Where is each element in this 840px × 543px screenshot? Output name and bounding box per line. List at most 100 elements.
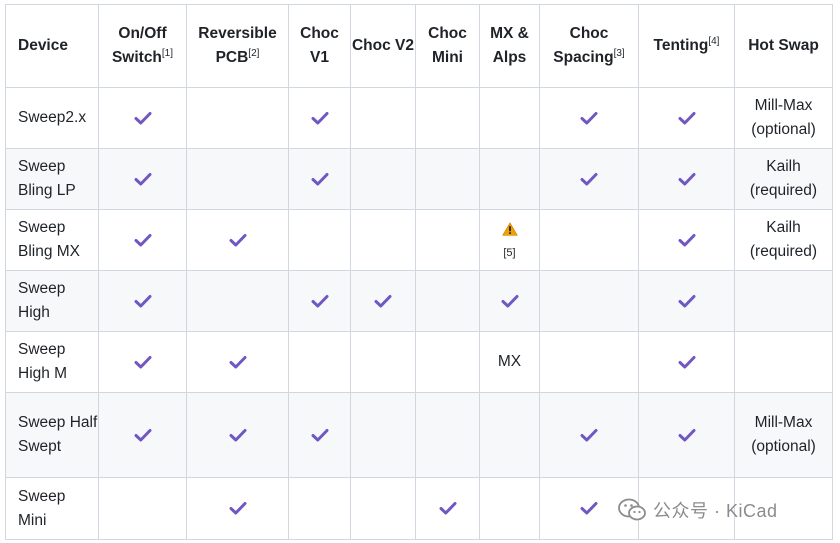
table-cell: [98, 270, 187, 332]
table-cell: [638, 148, 735, 210]
device-name: Sweep High M: [5, 331, 99, 393]
warning-icon: [501, 222, 518, 236]
table-cell: [415, 148, 480, 210]
table-cell: [479, 477, 540, 540]
check-icon: [439, 502, 456, 515]
table-cell-text: Mill-Max (optional): [734, 392, 833, 478]
check-icon: [229, 355, 246, 369]
table-cell: [186, 477, 289, 540]
table-cell: [638, 270, 735, 332]
table-cell: [186, 331, 289, 393]
table-cell: [350, 331, 416, 393]
check-icon: [229, 428, 246, 442]
column-header-label: MX & Alps: [490, 25, 529, 66]
column-header: Choc V1: [288, 4, 351, 88]
table-cell: [479, 148, 540, 210]
table-cell: [350, 477, 416, 540]
table-cell: [415, 477, 480, 540]
column-header: Choc Mini: [415, 4, 480, 88]
table-cell: [479, 87, 540, 149]
table-cell: [415, 87, 480, 149]
table-cell: [288, 270, 351, 332]
column-header-label: Reversible PCB: [198, 25, 277, 66]
table-cell: [98, 331, 187, 393]
column-header-label: Choc V2: [351, 37, 414, 54]
check-icon: [678, 294, 695, 308]
table-cell: [350, 270, 416, 332]
table-cell: [638, 209, 735, 271]
column-header-label: Choc Mini: [428, 25, 467, 66]
table-cell: [415, 331, 480, 393]
wechat-icon: [618, 498, 646, 521]
check-icon: [678, 428, 695, 442]
table-cell: [98, 477, 187, 540]
table-cell: [98, 392, 187, 478]
column-header-label: Device: [18, 37, 68, 54]
column-header: Choc V2: [350, 4, 416, 88]
table-cell: [638, 87, 735, 149]
compatibility-table: Device On/Off Switch[1] Reversible PCB[2] C…: [5, 4, 833, 540]
table-cell: [539, 87, 639, 149]
check-icon: [134, 428, 151, 442]
table-cell: [186, 392, 289, 478]
check-icon: [134, 172, 151, 186]
table-cell: [734, 331, 833, 393]
check-icon: [229, 233, 246, 247]
column-header-label: On/Off Switch: [111, 25, 167, 66]
column-header: Device: [5, 4, 99, 88]
check-icon: [311, 172, 328, 186]
table-cell: [539, 331, 639, 393]
header-row: Device On/Off Switch[1] Reversible PCB[2] C…: [5, 4, 833, 88]
table-cell: [288, 87, 351, 149]
column-header: Hot Swap: [734, 4, 833, 88]
column-header: Tenting[4]: [638, 4, 735, 88]
check-icon: [678, 355, 695, 369]
table-row: Sweep High: [5, 270, 833, 332]
table-cell-text: Mill-Max (optional): [734, 87, 833, 149]
column-header-label: Hot Swap: [748, 37, 819, 54]
table-row: Sweep Bling MX [5] Kailh (required): [5, 209, 833, 271]
footnote-ref[interactable]: [2]: [248, 48, 259, 59]
table-cell: [415, 392, 480, 478]
table-row: Sweep High M MX: [5, 331, 833, 393]
table-cell: [186, 87, 289, 149]
table-cell: [350, 209, 416, 271]
table-cell: [638, 331, 735, 393]
table-cell: [734, 270, 833, 332]
check-icon: [134, 355, 151, 369]
table-row: Sweep Bling LP Kailh (required): [5, 148, 833, 210]
table-cell: [288, 477, 351, 540]
table-cell: [186, 209, 289, 271]
footnote-ref[interactable]: [4]: [708, 36, 719, 47]
check-icon: [311, 294, 328, 308]
footnote-ref[interactable]: [3]: [614, 48, 625, 59]
check-icon: [678, 233, 695, 247]
table-cell: [288, 209, 351, 271]
table-cell: [288, 331, 351, 393]
table-cell: [638, 392, 735, 478]
check-icon: [374, 294, 392, 308]
table-cell: [288, 148, 351, 210]
table-cell: [539, 270, 639, 332]
table-cell: [479, 392, 540, 478]
table-cell: [350, 87, 416, 149]
table-cell: [539, 148, 639, 210]
table-row: Sweep2.x Mill-Max (optional): [5, 87, 833, 149]
device-name: Sweep Half Swept: [5, 392, 99, 478]
table-row: Sweep Half Swept Mill-Max (optional): [5, 392, 833, 478]
check-icon: [229, 502, 246, 515]
footnote-ref[interactable]: [5]: [480, 246, 539, 260]
table-cell: [98, 87, 187, 149]
check-icon: [134, 233, 151, 247]
table-cell: [288, 392, 351, 478]
footnote-ref[interactable]: [1]: [162, 48, 173, 59]
device-name: Sweep2.x: [5, 87, 99, 149]
column-header: Reversible PCB[2]: [186, 4, 289, 88]
table-cell: [98, 209, 187, 271]
table-cell: [186, 148, 289, 210]
check-icon: [580, 428, 598, 442]
check-icon: [678, 172, 695, 186]
table-cell: [415, 270, 480, 332]
check-icon: [311, 111, 328, 125]
device-name: Sweep High: [5, 270, 99, 332]
